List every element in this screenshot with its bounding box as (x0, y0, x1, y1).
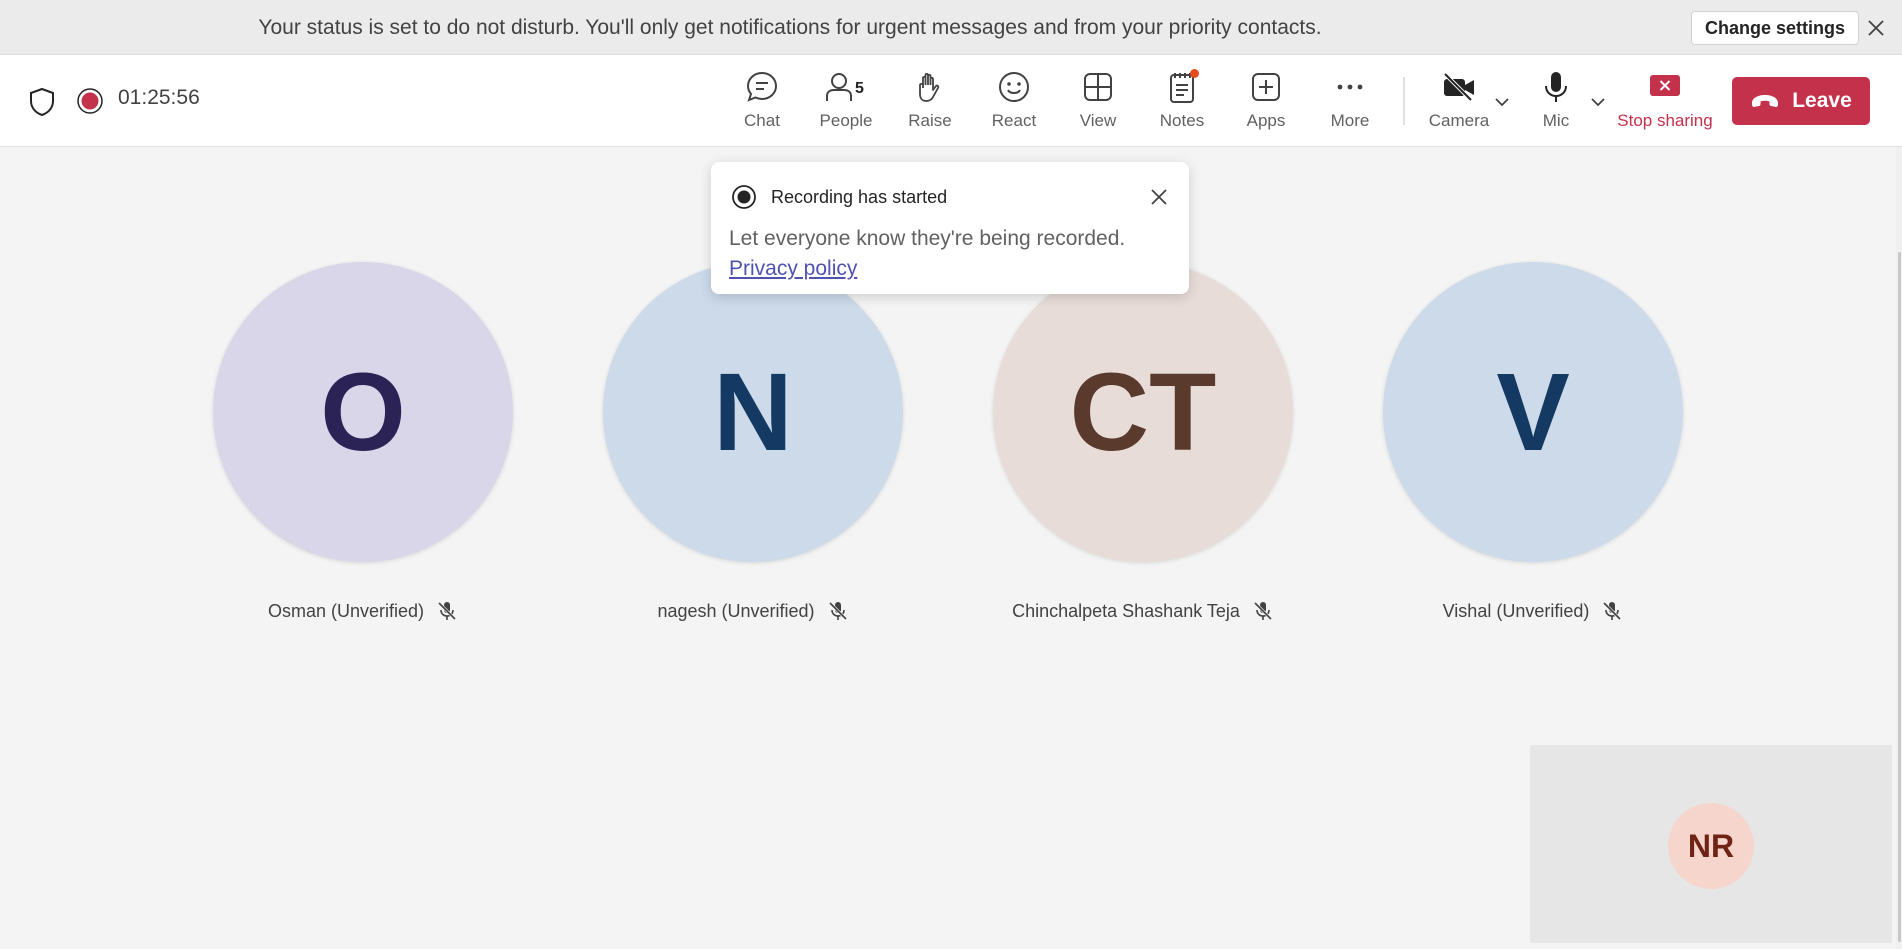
more-label: More (1330, 111, 1370, 130)
stop-sharing-button[interactable]: Stop sharing (1615, 69, 1715, 139)
mic-button[interactable]: Mic (1516, 69, 1596, 139)
camera-off-icon (1441, 69, 1477, 105)
avatar: V (1383, 262, 1683, 562)
view-button[interactable]: View (1058, 69, 1138, 139)
participant-name: Osman (Unverified) (267, 600, 425, 621)
microphone-icon (1538, 69, 1574, 105)
camera-label: Camera (1428, 111, 1490, 130)
grid-view-icon (1080, 69, 1116, 105)
view-label: View (1079, 111, 1117, 130)
change-settings-button[interactable]: Change settings (1691, 11, 1860, 45)
notes-label: Notes (1159, 111, 1205, 130)
participant-name-row: Vishal (Unverified) (1443, 600, 1624, 622)
participant-name-row: Chinchalpeta Shashank Teja (1012, 600, 1274, 622)
dnd-banner-text: Your status is set to do not disturb. Yo… (258, 15, 1322, 39)
avatar: N (603, 262, 903, 562)
avatar: CT (993, 262, 1293, 562)
self-avatar: NR (1668, 803, 1754, 889)
mic-muted-icon (1603, 601, 1622, 621)
hand-icon (912, 69, 948, 105)
recording-started-toast: Recording has started Let everyone know … (711, 162, 1189, 294)
people-button[interactable]: People (806, 69, 886, 139)
chat-icon (744, 69, 780, 105)
smiley-icon (996, 69, 1032, 105)
participant-tile[interactable]: N nagesh (Unverified) (603, 262, 903, 622)
mic-label: Mic (1542, 111, 1570, 130)
leave-label: Leave (1792, 89, 1852, 112)
apps-label: Apps (1246, 111, 1286, 130)
apps-button[interactable]: Apps (1226, 69, 1306, 139)
more-dots-icon (1332, 69, 1368, 105)
participant-name: nagesh (Unverified) (657, 600, 815, 621)
stop-sharing-label: Stop sharing (1617, 111, 1713, 130)
leave-button[interactable]: Leave (1732, 77, 1870, 125)
toast-title: Recording has started (771, 187, 948, 207)
toolbar-divider (1403, 77, 1405, 125)
react-label: React (991, 111, 1037, 130)
participant-name-row: nagesh (Unverified) (657, 600, 848, 622)
raise-label: Raise (908, 111, 952, 130)
participant-name-row: Osman (Unverified) (268, 600, 458, 622)
participant-tile[interactable]: V Vishal (Unverified) (1383, 262, 1683, 622)
mic-muted-icon (437, 601, 457, 621)
notes-notification-dot (1190, 69, 1199, 78)
shield-icon[interactable] (28, 87, 56, 117)
recording-icon (732, 185, 756, 209)
people-label: People (819, 111, 873, 130)
self-view-tile[interactable]: NR (1530, 745, 1892, 943)
recording-indicator-icon (77, 88, 103, 114)
mic-muted-icon (1253, 601, 1272, 621)
participant-name: Vishal (Unverified) (1442, 600, 1590, 621)
participant-name: Chinchalpeta Shashank Teja (1012, 600, 1240, 621)
more-button[interactable]: More (1310, 69, 1390, 139)
stop-sharing-icon (1647, 69, 1683, 105)
chat-button[interactable]: Chat (722, 69, 802, 139)
people-count-badge: 5 (855, 80, 864, 97)
react-button[interactable]: React (974, 69, 1054, 139)
phone-hangup-icon (1752, 95, 1779, 107)
scrollbar-thumb[interactable] (1898, 252, 1901, 942)
meeting-timer: 01:25:56 (118, 86, 200, 109)
toast-message: Let everyone know they're being recorded… (729, 227, 1126, 250)
avatar: O (213, 262, 513, 562)
mic-options-chevron-icon[interactable] (1589, 95, 1607, 109)
participant-tile[interactable]: CT Chinchalpeta Shashank Teja (993, 262, 1293, 622)
raise-hand-button[interactable]: Raise (890, 69, 970, 139)
participant-tile[interactable]: O Osman (Unverified) (213, 262, 513, 622)
chat-label: Chat (744, 111, 780, 130)
notes-button[interactable]: Notes (1142, 69, 1222, 139)
add-app-icon (1248, 69, 1284, 105)
mic-muted-icon (828, 601, 847, 621)
close-icon[interactable] (1864, 16, 1888, 40)
camera-options-chevron-icon[interactable] (1493, 95, 1511, 109)
meeting-toolbar: 01:25:56 Chat People 5 Raise React View … (0, 55, 1902, 147)
close-icon[interactable] (1147, 185, 1171, 209)
camera-button[interactable]: Camera (1419, 69, 1499, 139)
dnd-banner: Your status is set to do not disturb. Yo… (0, 0, 1902, 55)
privacy-policy-link[interactable]: Privacy policy (729, 257, 857, 281)
